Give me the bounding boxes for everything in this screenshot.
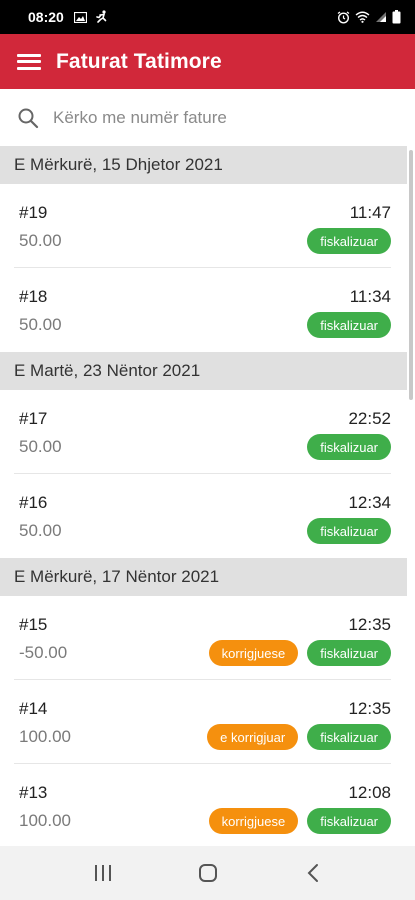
app-bar: Faturat Tatimore: [0, 34, 415, 89]
invoice-number: #15: [19, 615, 48, 634]
signal-icon: [376, 12, 386, 22]
fiscalized-badge: fiskalizuar: [307, 312, 391, 338]
fiscalized-badge: fiskalizuar: [307, 434, 391, 460]
fiscalized-badge: fiskalizuar: [307, 640, 391, 666]
invoice-item[interactable]: #16 12:34 50.00 fiskalizuar: [0, 474, 407, 558]
correction-badge: korrigjuese: [208, 640, 299, 666]
invoice-time: 12:35: [348, 615, 391, 634]
invoice-number: #19: [19, 203, 48, 222]
correction-badge: korrigjuese: [208, 808, 299, 834]
system-nav-bar: [0, 846, 415, 900]
invoice-time: 11:47: [349, 203, 391, 222]
running-icon: [96, 10, 107, 23]
status-time: 08:20: [28, 9, 64, 25]
invoice-number: #16: [19, 493, 48, 512]
alarm-icon: [337, 10, 350, 24]
search-icon: [18, 108, 39, 128]
home-button[interactable]: [178, 853, 238, 893]
menu-icon[interactable]: [17, 52, 41, 72]
page-title: Faturat Tatimore: [56, 49, 222, 73]
invoice-amount: 50.00: [19, 437, 62, 456]
image-icon: [73, 11, 87, 23]
invoice-time: 22:52: [348, 409, 391, 428]
date-header: E Mërkurë, 15 Dhjetor 2021: [0, 146, 407, 184]
invoice-number: #14: [19, 699, 48, 718]
invoice-time: 11:34: [349, 287, 391, 306]
back-icon: [307, 864, 318, 882]
recents-button[interactable]: [73, 853, 133, 893]
invoice-item[interactable]: #18 11:34 50.00 fiskalizuar: [0, 268, 407, 352]
invoice-item[interactable]: #17 22:52 50.00 fiskalizuar: [0, 390, 407, 474]
date-header: E Martë, 23 Nëntor 2021: [0, 352, 407, 390]
fiscalized-badge: fiskalizuar: [307, 518, 391, 544]
date-header: E Mërkurë, 17 Nëntor 2021: [0, 558, 407, 596]
invoice-amount: 50.00: [19, 521, 62, 540]
invoice-amount: -50.00: [19, 643, 68, 662]
corrected-badge: e korrigjuar: [207, 724, 299, 750]
wifi-icon: [355, 11, 370, 23]
status-bar: 08:20: [0, 0, 415, 34]
fiscalized-badge: fiskalizuar: [307, 724, 391, 750]
invoice-item[interactable]: #13 12:08 100.00 korrigjuese fiskalizuar: [0, 764, 407, 846]
invoice-item[interactable]: #15 12:35 -50.00 korrigjuese fiskalizuar: [0, 596, 407, 680]
list-scrollbar[interactable]: [409, 150, 413, 400]
invoice-time: 12:35: [348, 699, 391, 718]
invoice-item[interactable]: #19 11:47 50.00 fiskalizuar: [0, 184, 407, 268]
invoice-time: 12:34: [348, 493, 391, 512]
recents-icon: [94, 865, 111, 881]
fiscalized-badge: fiskalizuar: [307, 228, 391, 254]
battery-icon: [392, 10, 401, 24]
search-input[interactable]: [53, 107, 383, 128]
home-icon: [198, 864, 217, 882]
invoice-list[interactable]: E Mërkurë, 15 Dhjetor 2021 #19 11:47 50.…: [0, 146, 407, 846]
invoice-amount: 50.00: [19, 315, 62, 334]
search-bar: [0, 89, 415, 146]
invoice-amount: 100.00: [19, 727, 71, 746]
invoice-number: #18: [19, 287, 48, 306]
invoice-amount: 100.00: [19, 811, 71, 830]
invoice-item[interactable]: #14 12:35 100.00 e korrigjuar fiskalizua…: [0, 680, 407, 764]
invoice-number: #17: [19, 409, 48, 428]
fiscalized-badge: fiskalizuar: [307, 808, 391, 834]
invoice-amount: 50.00: [19, 231, 62, 250]
invoice-number: #13: [19, 783, 48, 802]
invoice-time: 12:08: [348, 783, 391, 802]
back-button[interactable]: [283, 853, 343, 893]
